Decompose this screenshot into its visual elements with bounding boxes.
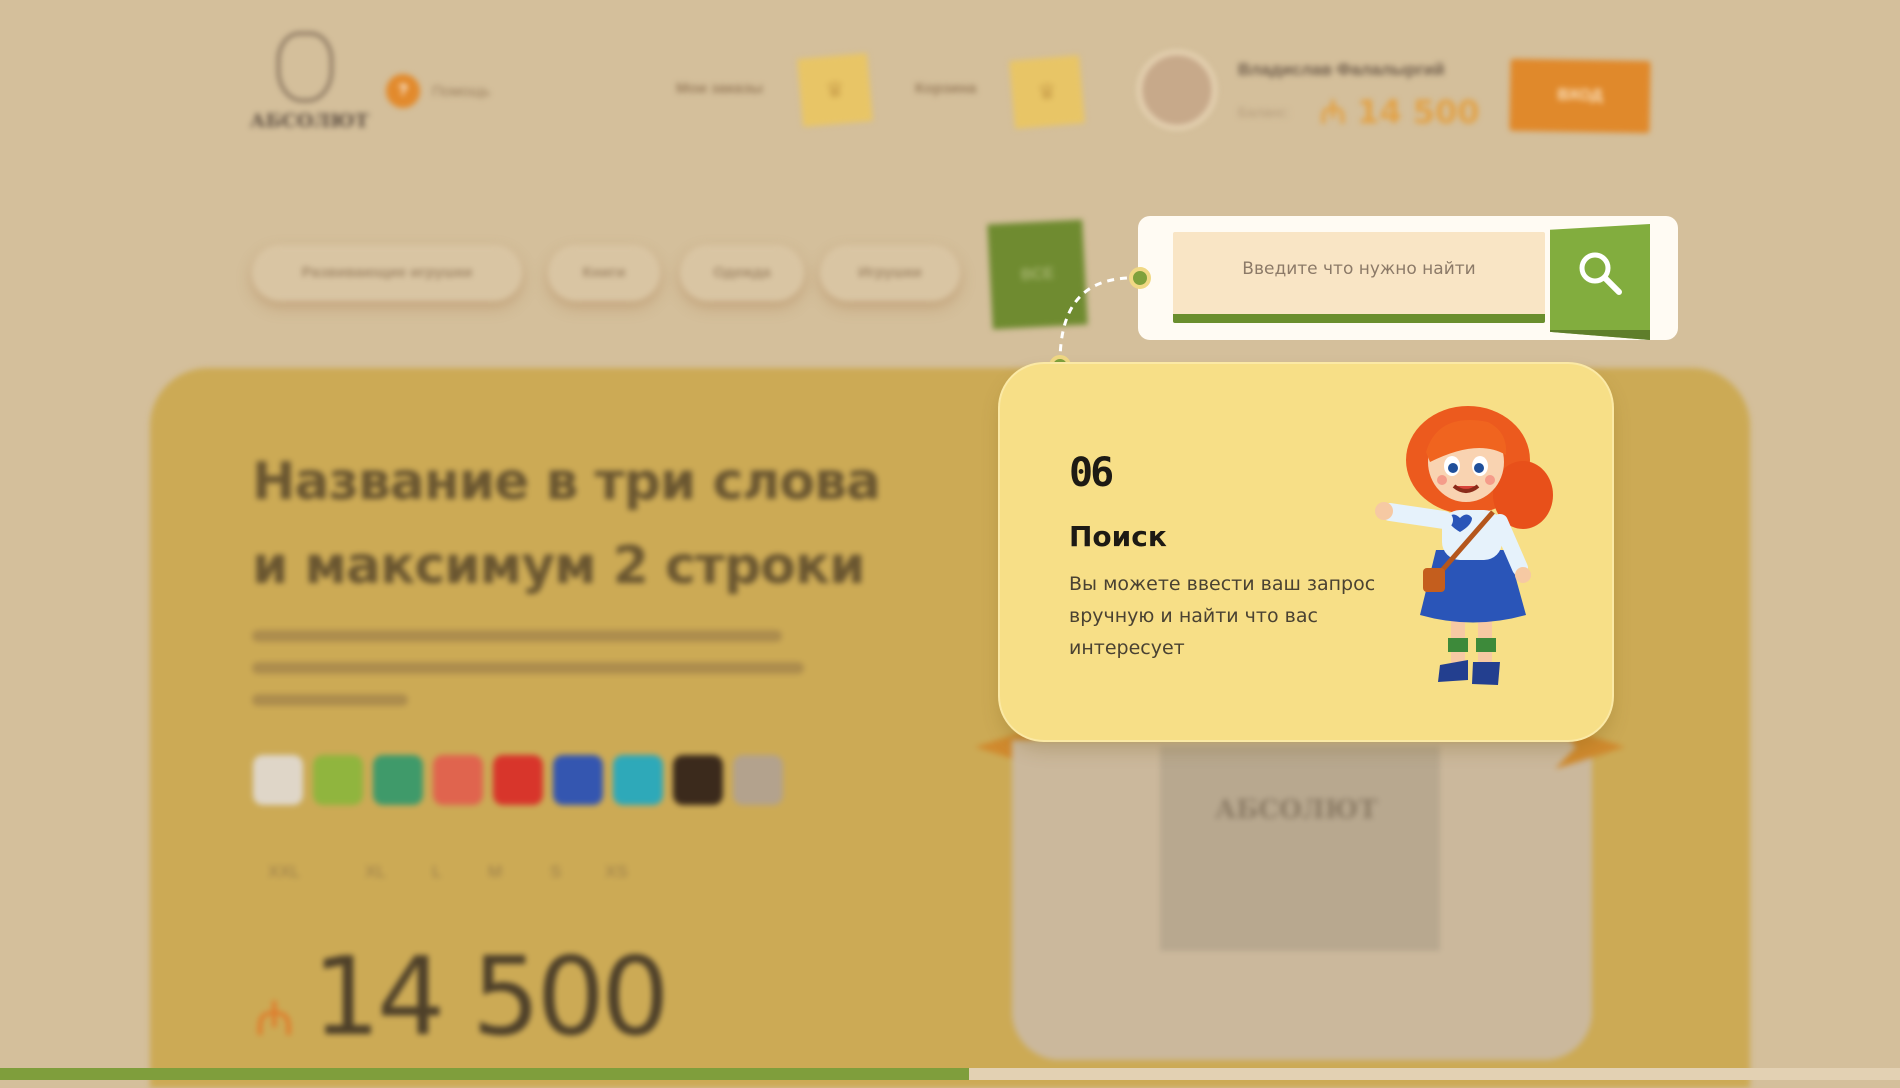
size-option[interactable]: XXL <box>268 862 300 882</box>
search-input[interactable]: Введите что нужно найти <box>1173 232 1545 323</box>
size-option[interactable]: S <box>550 862 561 882</box>
login-button[interactable]: ВХОД <box>1509 58 1651 134</box>
my-orders-link[interactable]: Мои заказы <box>676 80 763 97</box>
product-price: 14 500 <box>312 935 670 1060</box>
color-swatch[interactable] <box>733 755 783 805</box>
product-image <box>1160 746 1440 951</box>
help-label: Помощь <box>432 82 490 100</box>
search-button[interactable] <box>1550 224 1650 340</box>
description-line <box>252 662 804 674</box>
product-title-line2: и максимум 2 строки <box>252 536 866 596</box>
color-swatch[interactable] <box>613 755 663 805</box>
logo-mark-icon <box>277 32 333 102</box>
color-swatch[interactable] <box>493 755 543 805</box>
question-icon: ? <box>386 74 420 108</box>
category-books[interactable]: Книги <box>548 245 660 301</box>
color-swatch[interactable] <box>553 755 603 805</box>
balance-value: ₼ 14 500 <box>1320 93 1480 131</box>
balance-label: Баланс: <box>1238 104 1290 120</box>
color-swatch[interactable] <box>253 755 303 805</box>
size-option[interactable]: XL <box>365 862 386 882</box>
size-option[interactable]: XS <box>605 862 628 882</box>
color-swatch[interactable] <box>673 755 723 805</box>
color-swatch[interactable] <box>373 755 423 805</box>
size-option[interactable]: M <box>488 862 502 882</box>
logo[interactable]: АБСОЛЮТ <box>250 32 369 147</box>
cart-link[interactable]: Корзина <box>915 80 976 97</box>
tutorial-step-number: 06 <box>1069 450 1114 496</box>
description-line <box>252 630 782 642</box>
tutorial-progress-bar <box>0 1068 1900 1080</box>
color-swatch[interactable] <box>433 755 483 805</box>
avatar[interactable] <box>1137 50 1217 130</box>
product-title-line1: Название в три слова <box>252 452 881 512</box>
user-name: Владислав Фалалыргий <box>1238 60 1445 79</box>
orders-icon[interactable]: ♛ <box>797 53 873 127</box>
color-swatch[interactable] <box>313 755 363 805</box>
size-option[interactable]: L <box>432 862 441 882</box>
search-icon <box>1579 252 1622 295</box>
cart-icon[interactable]: ♛ <box>1009 55 1085 129</box>
category-clothes[interactable]: Одежда <box>680 245 804 301</box>
product-title: Название в три слова и максимум 2 строки <box>252 440 952 608</box>
background-page: АБСОЛЮТ ? Помощь Мои заказы ♛ Корзина ♛ … <box>0 0 1900 1088</box>
category-toys[interactable]: Игрушки <box>820 245 960 301</box>
tutorial-progress-fill <box>0 1068 969 1080</box>
logo-text: АБСОЛЮТ <box>250 110 369 132</box>
help-link[interactable]: ? Помощь <box>386 74 490 108</box>
connector-dot-start <box>1129 267 1151 289</box>
category-developing-toys[interactable]: Развивающие игрушки <box>252 245 522 301</box>
girl-mascot-illustration <box>1375 406 1553 685</box>
tutorial-title: Поиск <box>1069 520 1167 553</box>
currency-icon: ₼ <box>255 993 294 1046</box>
product-image-brand: АБСОЛЮТ <box>1215 795 1378 825</box>
description-line <box>252 694 408 706</box>
tutorial-text: Вы можете ввести ваш запрос вручную и на… <box>1069 573 1376 659</box>
